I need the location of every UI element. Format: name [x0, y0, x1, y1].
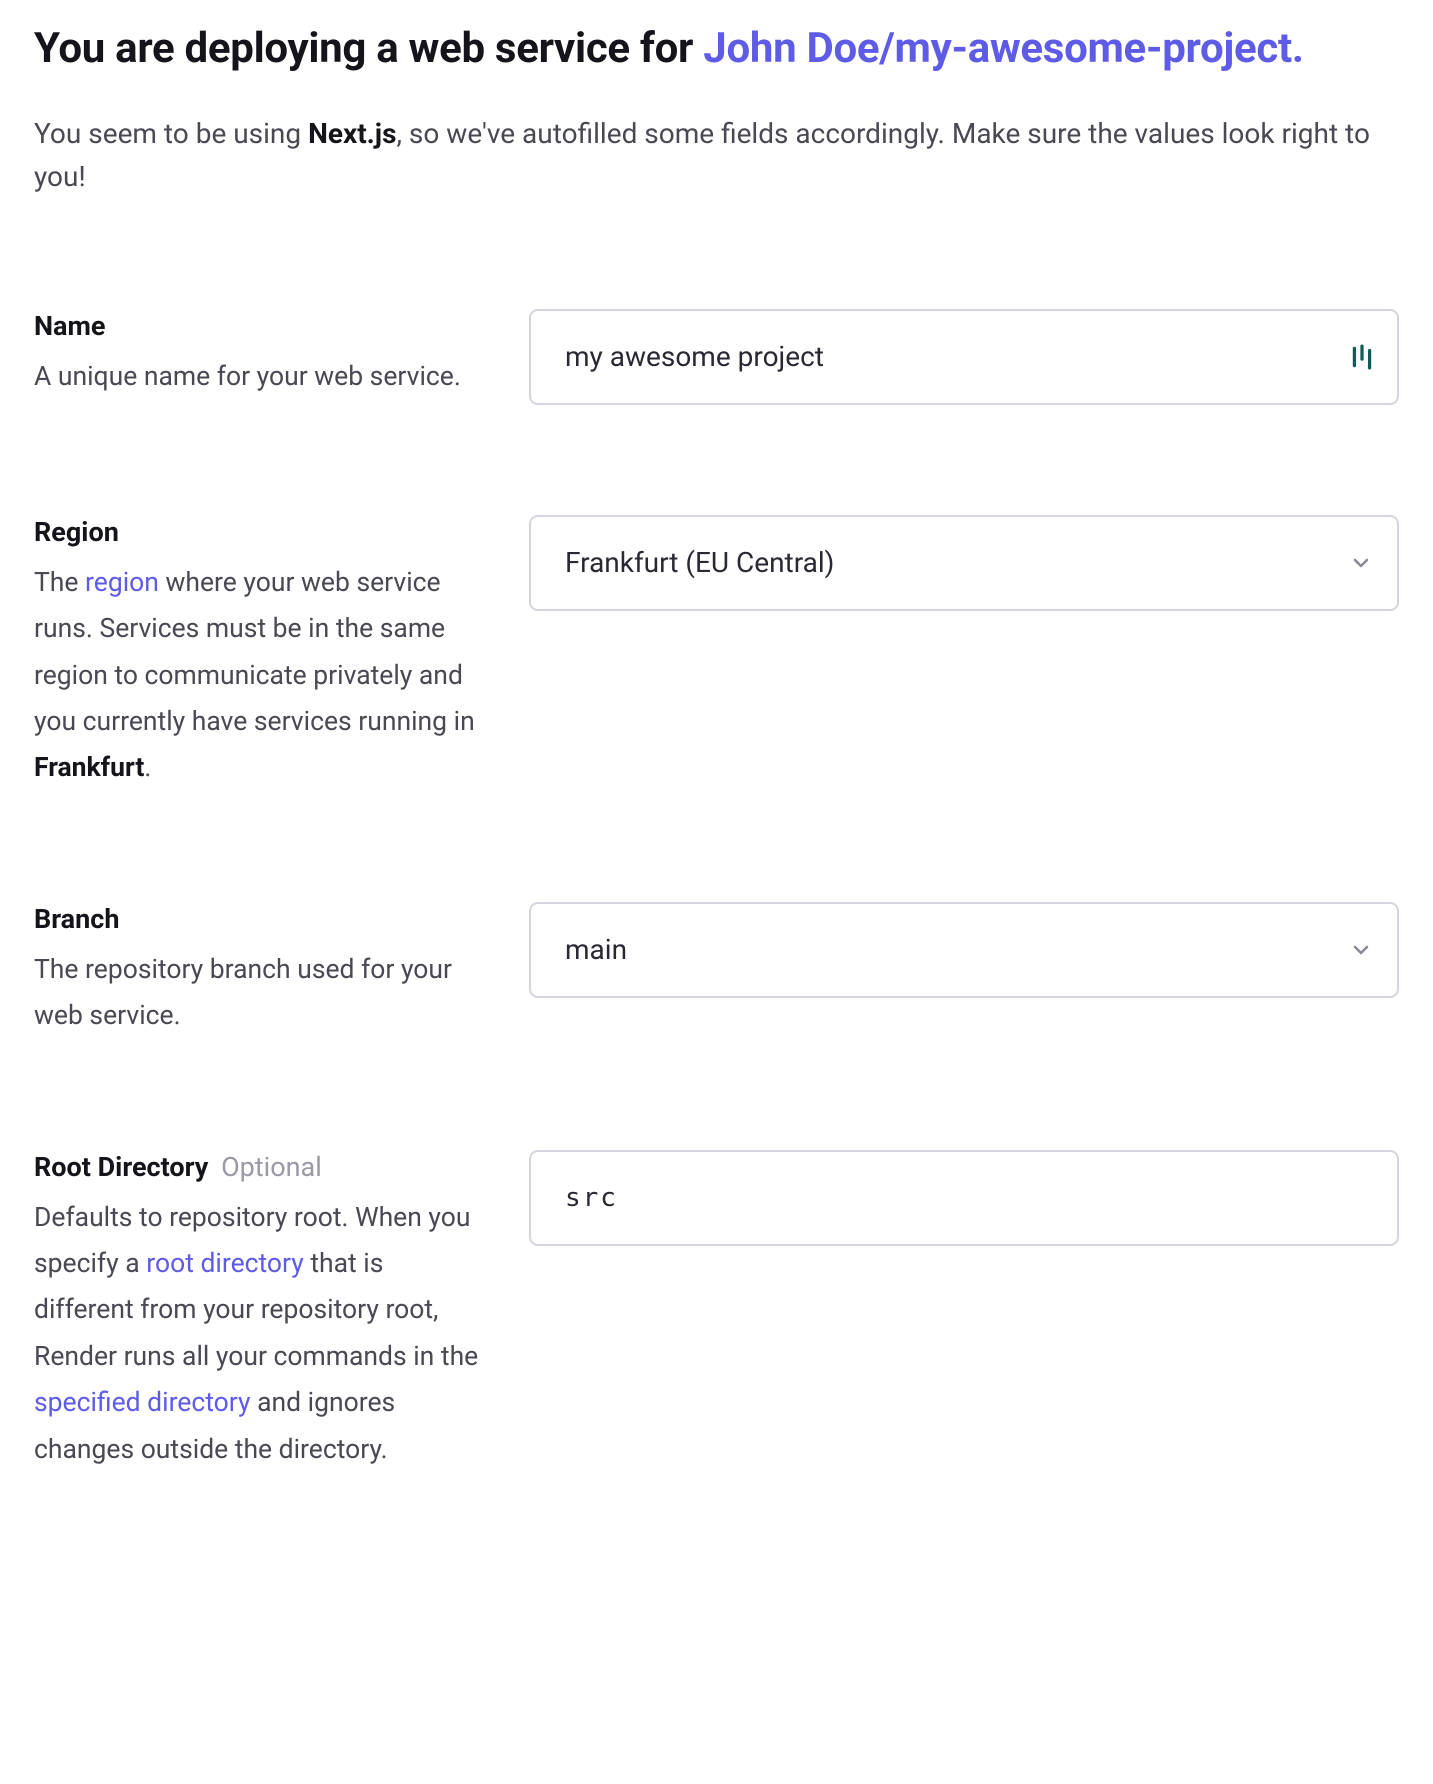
specified-directory-link[interactable]: specified directory — [34, 1387, 251, 1418]
region-desc-post: . — [144, 752, 151, 783]
name-input[interactable] — [529, 309, 1399, 405]
rootdir-desc: Defaults to repository root. When you sp… — [34, 1195, 489, 1473]
region-label: Region — [34, 515, 489, 550]
region-desc-pre: The — [34, 567, 85, 598]
field-row-branch: Branch The repository branch used for yo… — [34, 902, 1399, 1040]
rootdir-optional-tag: Optional — [221, 1151, 322, 1183]
region-desc: The region where your web service runs. … — [34, 560, 489, 792]
branch-select[interactable]: main — [529, 902, 1399, 998]
branch-label: Branch — [34, 902, 489, 937]
field-row-region: Region The region where your web service… — [34, 515, 1399, 792]
heading-prefix: You are deploying a web service for — [34, 24, 703, 73]
repo-link[interactable]: John Doe/my-awesome-project. — [703, 24, 1303, 73]
field-row-root-directory: Root Directory Optional Defaults to repo… — [34, 1150, 1399, 1473]
root-directory-link[interactable]: root directory — [146, 1248, 304, 1279]
region-select-value: Frankfurt (EU Central) — [565, 546, 834, 579]
rootdir-label: Root Directory Optional — [34, 1150, 489, 1185]
intro-text: You seem to be using Next.js, so we've a… — [34, 112, 1374, 199]
root-directory-input[interactable] — [529, 1150, 1399, 1246]
branch-desc: The repository branch used for your web … — [34, 947, 489, 1040]
page-heading: You are deploying a web service for John… — [34, 20, 1399, 78]
region-desc-bold: Frankfurt — [34, 752, 144, 783]
field-row-name: Name A unique name for your web service. — [34, 309, 1399, 405]
region-select[interactable]: Frankfurt (EU Central) — [529, 515, 1399, 611]
intro-pre: You seem to be using — [34, 117, 308, 150]
name-label: Name — [34, 309, 489, 344]
branch-select-value: main — [565, 933, 627, 966]
region-link[interactable]: region — [85, 567, 159, 598]
intro-framework: Next.js — [308, 117, 396, 150]
rootdir-label-text: Root Directory — [34, 1151, 208, 1183]
password-manager-icon — [1349, 344, 1375, 370]
name-desc: A unique name for your web service. — [34, 354, 489, 400]
